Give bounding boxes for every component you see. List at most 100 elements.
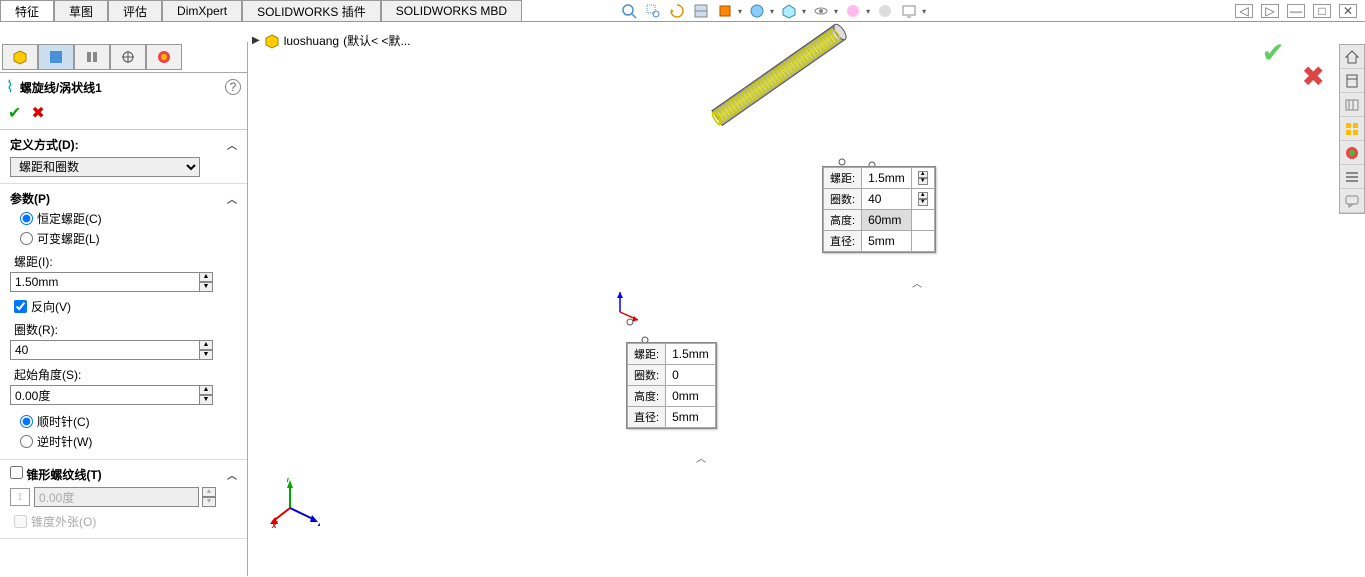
callout-rev-value[interactable]: 40 (868, 192, 881, 206)
rev-down[interactable]: ▼ (199, 350, 213, 360)
tab-evaluate[interactable]: 评估 (108, 0, 162, 21)
forum-icon[interactable] (1340, 189, 1364, 213)
angle-down[interactable]: ▼ (199, 395, 213, 405)
c-down[interactable]: ▼ (918, 178, 928, 185)
svg-text:Z: Z (317, 515, 320, 528)
cw-radio[interactable]: 顺时针(C) (20, 413, 237, 430)
taper-outward-checkbox (14, 515, 27, 528)
svg-text:X: X (270, 519, 279, 528)
display-tab[interactable] (146, 44, 182, 70)
chevron-up-icon[interactable]: ︿ (912, 275, 922, 290)
pitch-input[interactable] (10, 272, 200, 292)
section-view-icon[interactable] (692, 2, 710, 20)
definition-select[interactable]: 螺距和圈数 (10, 157, 200, 177)
caret-icon[interactable]: ▾ (770, 7, 774, 16)
taper-outward-label: 锥度外张(O) (31, 513, 96, 530)
part-icon (264, 33, 280, 49)
prev-doc-button[interactable]: ◁ (1235, 4, 1253, 18)
helix-callout-bottom[interactable]: 螺距:1.5mm 圈数:0 高度:0mm 直径:5mm (626, 342, 717, 429)
cancel-button[interactable]: ✖ (31, 103, 44, 123)
caret-icon[interactable]: ▾ (922, 7, 926, 16)
callout-height-value[interactable]: 0mm (672, 389, 699, 403)
cancel-icon[interactable]: ✖ (1302, 60, 1325, 93)
home-icon[interactable] (1340, 45, 1364, 69)
prev-view-icon[interactable] (668, 2, 686, 20)
caret-icon[interactable]: ▾ (834, 7, 838, 16)
c-up[interactable]: ▲ (918, 192, 928, 199)
scene-icon[interactable] (844, 2, 862, 20)
breadcrumb[interactable]: ▶ luoshuang (默认< <默... (252, 32, 410, 49)
angle-input[interactable] (10, 385, 200, 405)
config-label: (默认< <默... (343, 32, 410, 49)
maximize-button[interactable]: □ (1313, 4, 1331, 18)
view-triad[interactable]: Y Z X (270, 478, 320, 528)
minimize-button[interactable]: — (1287, 4, 1305, 18)
caret-icon[interactable]: ▾ (802, 7, 806, 16)
resources-icon[interactable] (1340, 69, 1364, 93)
zoom-area-icon[interactable] (644, 2, 662, 20)
screen-icon[interactable] (900, 2, 918, 20)
appearances-icon[interactable] (1340, 141, 1364, 165)
tab-sketch[interactable]: 草图 (54, 0, 108, 21)
caret-icon[interactable]: ▾ (866, 7, 870, 16)
display-style-icon[interactable] (716, 2, 734, 20)
design-lib-icon[interactable] (1340, 93, 1364, 117)
constant-pitch-input[interactable] (20, 212, 33, 225)
taper-header[interactable]: 锥形螺纹线(T) ︿ (10, 466, 237, 483)
chevron-up-icon[interactable]: ︿ (696, 450, 706, 465)
tab-feature[interactable]: 特征 (0, 0, 54, 21)
tab-mbd[interactable]: SOLIDWORKS MBD (381, 0, 522, 21)
ok-button[interactable]: ✔ (8, 103, 21, 123)
file-explorer-icon[interactable] (1340, 117, 1364, 141)
variable-pitch-radio[interactable]: 可变螺距(L) (20, 230, 237, 247)
tab-addins[interactable]: SOLIDWORKS 插件 (242, 0, 381, 21)
appearance-icon[interactable] (748, 2, 766, 20)
callout-pitch-value[interactable]: 1.5mm (868, 171, 905, 185)
params-header[interactable]: 参数(P) ︿ (10, 190, 237, 207)
rev-up[interactable]: ▲ (199, 340, 213, 350)
chevron-up-icon: ︿ (227, 467, 237, 482)
next-doc-button[interactable]: ▷ (1261, 4, 1279, 18)
constant-pitch-label: 恒定螺距(C) (37, 210, 102, 227)
variable-pitch-input[interactable] (20, 232, 33, 245)
taper-checkbox[interactable] (10, 466, 23, 479)
rev-input[interactable] (10, 340, 200, 360)
zoom-fit-icon[interactable] (620, 2, 638, 20)
feature-tree-tab[interactable] (2, 44, 38, 70)
pitch-down[interactable]: ▼ (199, 282, 213, 292)
eye-icon[interactable] (812, 2, 830, 20)
definition-header[interactable]: 定义方式(D): ︿ (10, 136, 237, 153)
ccw-label: 逆时针(W) (37, 433, 92, 450)
caret-icon[interactable]: ▾ (738, 7, 742, 16)
c-down[interactable]: ▼ (918, 199, 928, 206)
reverse-row[interactable]: 反向(V) (14, 298, 237, 315)
taper-section: 锥形螺纹线(T) ︿ ⟟ ▲▼ 锥度外张(O) (0, 460, 247, 539)
cw-input[interactable] (20, 415, 33, 428)
constant-pitch-radio[interactable]: 恒定螺距(C) (20, 210, 237, 227)
accept-icon[interactable]: ✔ (1262, 36, 1285, 69)
ccw-input[interactable] (20, 435, 33, 448)
callout-pitch-value[interactable]: 1.5mm (672, 347, 709, 361)
dimxpert-tab[interactable] (110, 44, 146, 70)
ccw-radio[interactable]: 逆时针(W) (20, 433, 237, 450)
properties-icon[interactable] (1340, 165, 1364, 189)
angle-up[interactable]: ▲ (199, 385, 213, 395)
callout-rev-value[interactable]: 0 (672, 368, 679, 382)
help-button[interactable]: ? (225, 79, 241, 95)
helix-callout-top[interactable]: 螺距:1.5mm▲▼ 圈数:40▲▼ 高度:60mm 直径:5mm (822, 166, 936, 253)
tab-dimxpert[interactable]: DimXpert (162, 0, 242, 21)
callout-dia-label: 直径: (628, 407, 666, 428)
callout-dia-value[interactable]: 5mm (868, 234, 895, 248)
render-icon[interactable] (876, 2, 894, 20)
callout-height-value: 60mm (868, 213, 901, 227)
pitch-up[interactable]: ▲ (199, 272, 213, 282)
c-up[interactable]: ▲ (918, 171, 928, 178)
pm-tab[interactable] (38, 44, 74, 70)
close-button[interactable]: ✕ (1339, 4, 1357, 18)
window-controls: ◁ ▷ — □ ✕ (1235, 4, 1357, 18)
callout-dia-value[interactable]: 5mm (672, 410, 699, 424)
reverse-checkbox[interactable] (14, 300, 27, 313)
config-tab[interactable] (74, 44, 110, 70)
pitch-label: 螺距(I): (14, 253, 237, 270)
view-orient-icon[interactable] (780, 2, 798, 20)
